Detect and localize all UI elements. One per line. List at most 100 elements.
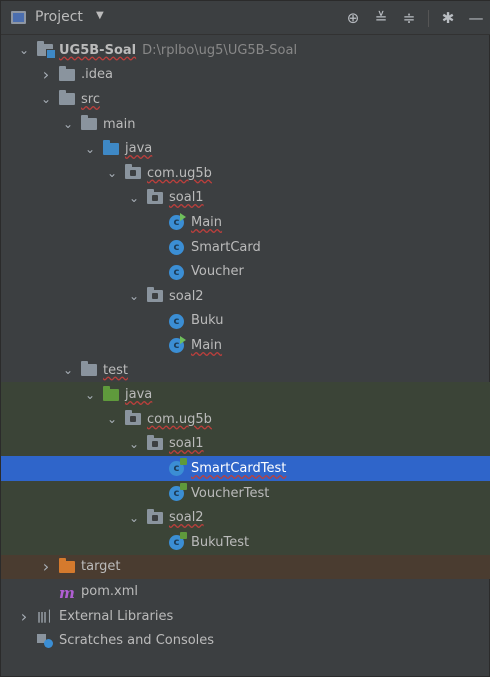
tree-node-label: Buku bbox=[191, 313, 224, 329]
crosshair-icon[interactable]: ⊕ bbox=[342, 7, 364, 29]
tree-node-label: soal2 bbox=[169, 288, 204, 304]
tree-node-label: test bbox=[103, 362, 128, 378]
module-path: D:\rplbo\ug5\UG5B-Soal bbox=[142, 42, 298, 58]
tree-node[interactable]: c SmartCard bbox=[1, 235, 490, 260]
tree-node-label: BukuTest bbox=[191, 534, 250, 550]
header-divider bbox=[428, 10, 429, 27]
package-icon bbox=[147, 188, 164, 205]
tree-node-label: pom.xml bbox=[81, 583, 138, 599]
chevron-down-icon[interactable]: ⌄ bbox=[61, 363, 75, 377]
libraries-icon: |||│ bbox=[37, 610, 53, 624]
folder-icon bbox=[59, 90, 76, 106]
chevron-down-icon[interactable]: ⌄ bbox=[61, 117, 75, 131]
tree-node-label: Scratches and Consoles bbox=[59, 633, 215, 649]
test-class-icon: c bbox=[169, 483, 187, 502]
tree-node[interactable]: ⌄ soal2 bbox=[1, 284, 490, 309]
tree-node-label: SmartCardTest bbox=[191, 460, 287, 476]
chevron-down-icon[interactable]: ⌄ bbox=[83, 142, 97, 156]
class-icon: c bbox=[169, 240, 186, 256]
folder-icon bbox=[81, 361, 98, 377]
tree-node[interactable]: ⌄ test bbox=[1, 358, 490, 383]
tree-node[interactable]: c VoucherTest bbox=[1, 480, 490, 506]
gear-icon[interactable]: ✱ bbox=[437, 7, 459, 29]
test-class-icon: c bbox=[169, 532, 187, 551]
tree-node[interactable]: ⌄ UG5B-Soal D:\rplbo\ug5\UG5B-Soal bbox=[1, 38, 490, 63]
tree-node[interactable]: c Main bbox=[1, 210, 490, 235]
package-icon bbox=[147, 287, 164, 303]
tree-node[interactable]: Scratches and Consoles bbox=[1, 628, 490, 653]
tree-node-label: UG5B-Soal bbox=[59, 42, 137, 58]
folder-icon bbox=[81, 115, 98, 131]
hide-icon[interactable]: — bbox=[465, 7, 487, 29]
tree-node[interactable]: ⌄ soal2 bbox=[1, 505, 490, 530]
package-icon bbox=[147, 508, 164, 525]
tree-node[interactable]: ⌄ soal1 bbox=[1, 186, 490, 211]
tree-node-label: Main bbox=[191, 337, 223, 353]
tree-node[interactable]: c BukuTest bbox=[1, 530, 490, 555]
chevron-right-icon[interactable]: › bbox=[39, 65, 53, 84]
project-tool-window: Project ▼ ⊕ ≚ ≑ ✱ — ⌄ UG5B-Soal D:\rplbo\u… bbox=[0, 0, 490, 677]
tree-node[interactable]: ⌄ src bbox=[1, 87, 490, 112]
tree-node-label: VoucherTest bbox=[191, 485, 270, 501]
tree-node[interactable]: ⌄ java bbox=[1, 382, 490, 407]
tree-node-label: Main bbox=[191, 214, 223, 230]
runnable-class-icon: c bbox=[169, 213, 186, 231]
chevron-down-icon[interactable]: ⌄ bbox=[127, 191, 141, 205]
tree-node-label: com.ug5b bbox=[147, 165, 212, 181]
package-icon bbox=[125, 410, 142, 426]
tree-node-label: main bbox=[103, 116, 136, 132]
tool-window-header: Project ▼ ⊕ ≚ ≑ ✱ — bbox=[1, 1, 490, 35]
tree-node[interactable]: › target bbox=[1, 554, 490, 580]
tree-node-label: soal1 bbox=[169, 190, 204, 206]
scratches-icon bbox=[37, 633, 54, 648]
package-icon bbox=[147, 434, 164, 451]
chevron-down-icon[interactable]: ⌄ bbox=[105, 166, 119, 180]
tree-node-label: target bbox=[81, 559, 121, 575]
tree-node[interactable]: m pom.xml bbox=[1, 579, 490, 604]
class-icon: c bbox=[169, 264, 186, 280]
tool-window-title[interactable]: Project bbox=[35, 9, 83, 25]
chevron-down-icon[interactable]: ⌄ bbox=[127, 437, 141, 451]
tree-node[interactable]: ⌄ java bbox=[1, 136, 490, 161]
chevron-right-icon[interactable]: › bbox=[17, 607, 31, 626]
view-dropdown-icon[interactable]: ▼ bbox=[96, 10, 104, 21]
expand-all-icon[interactable]: ≑ bbox=[398, 7, 420, 29]
chevron-right-icon[interactable]: › bbox=[39, 557, 53, 576]
tree-node[interactable]: c Voucher bbox=[1, 259, 490, 284]
test-class-icon: c bbox=[169, 458, 187, 477]
chevron-down-icon[interactable]: ⌄ bbox=[17, 43, 31, 57]
tree-node-label: com.ug5b bbox=[147, 411, 212, 427]
tree-node-label: .idea bbox=[81, 67, 113, 83]
tree-node[interactable]: › .idea bbox=[1, 63, 490, 88]
tree-node-label: src bbox=[81, 91, 100, 107]
tree-node[interactable]: c SmartCardTest bbox=[1, 456, 490, 481]
tree-node-label: soal1 bbox=[169, 436, 204, 452]
tree-node[interactable]: ⌄ com.ug5b bbox=[1, 161, 490, 186]
module-folder-icon bbox=[37, 41, 56, 60]
chevron-down-icon[interactable]: ⌄ bbox=[127, 511, 141, 525]
tree-node[interactable]: ⌄ main bbox=[1, 112, 490, 137]
tree-node-label: Voucher bbox=[191, 264, 244, 280]
tree-node-label: SmartCard bbox=[191, 239, 261, 255]
test-folder-icon bbox=[103, 385, 120, 402]
runnable-class-icon: c bbox=[169, 336, 186, 354]
folder-icon bbox=[59, 65, 76, 82]
chevron-down-icon[interactable]: ⌄ bbox=[83, 388, 97, 402]
collapse-all-icon[interactable]: ≚ bbox=[370, 7, 392, 29]
tree-node-label: soal2 bbox=[169, 510, 204, 526]
chevron-down-icon[interactable]: ⌄ bbox=[105, 412, 119, 426]
project-panel-icon bbox=[11, 11, 26, 24]
tree-node[interactable]: ⌄ soal1 bbox=[1, 431, 490, 457]
tree-node[interactable]: ⌄ com.ug5b bbox=[1, 407, 490, 432]
tree-node-label: External Libraries bbox=[59, 608, 174, 624]
tree-node-label: java bbox=[125, 141, 153, 157]
tree-node[interactable]: c Main bbox=[1, 333, 490, 358]
maven-icon: m bbox=[59, 584, 75, 603]
class-icon: c bbox=[169, 313, 186, 329]
chevron-down-icon[interactable]: ⌄ bbox=[127, 289, 141, 303]
tree-node[interactable]: › |||│ External Libraries bbox=[1, 604, 490, 629]
package-icon bbox=[125, 164, 142, 180]
chevron-down-icon[interactable]: ⌄ bbox=[39, 92, 53, 106]
tree-node[interactable]: c Buku bbox=[1, 309, 490, 334]
excluded-folder-icon bbox=[59, 557, 76, 574]
